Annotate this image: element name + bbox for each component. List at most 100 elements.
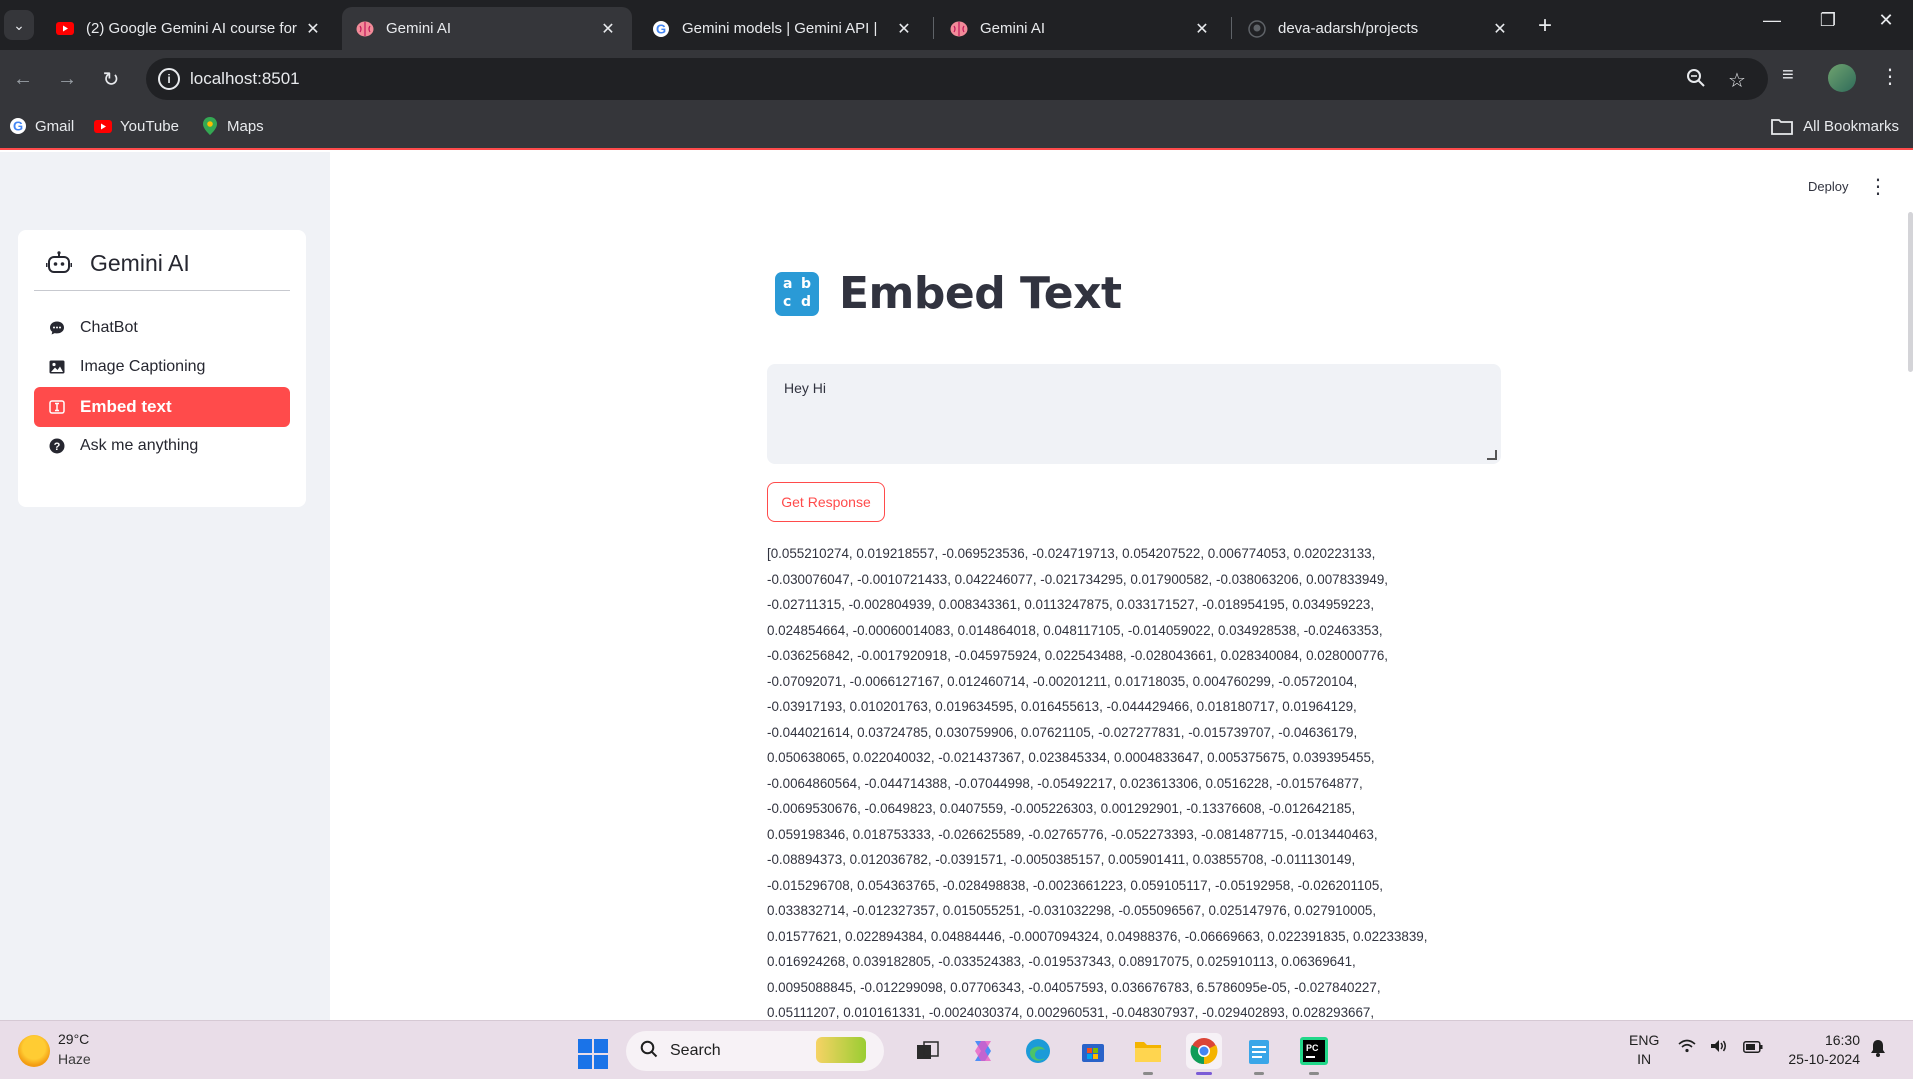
page-title: ab cd Embed Text: [775, 268, 1122, 319]
bookmark-label: Maps: [227, 117, 264, 135]
svg-text:PC: PC: [1306, 1043, 1319, 1053]
all-bookmarks-label: All Bookmarks: [1803, 117, 1899, 135]
browser-tab[interactable]: deva-adarsh/projects ✕: [1234, 7, 1524, 50]
chrome-icon[interactable]: [1186, 1033, 1222, 1069]
menu-divider: [34, 290, 290, 291]
weather-haze-icon[interactable]: [18, 1035, 50, 1067]
get-response-button[interactable]: Get Response: [767, 482, 885, 522]
bookmark-maps[interactable]: Maps: [201, 117, 264, 135]
embedding-line: -0.08894373, 0.012036782, -0.0391571, -0…: [767, 852, 1356, 867]
file-explorer-icon[interactable]: [1130, 1033, 1166, 1069]
browser-tab[interactable]: Gemini AI ✕: [936, 7, 1226, 50]
abcd-emoji-icon: ab cd: [775, 271, 819, 316]
browser-tab[interactable]: (2) Google Gemini AI course for ✕: [42, 7, 337, 50]
app-running-indicator: [1143, 1072, 1153, 1075]
windows-taskbar: 29°C Haze Search PC ENG IN 16:30 25-10-2…: [0, 1020, 1913, 1079]
embedding-output: [0.055210274, 0.019218557, -0.069523536,…: [767, 541, 1527, 1020]
bookmark-label: Gmail: [35, 117, 75, 135]
weather-condition[interactable]: Haze: [58, 1051, 91, 1067]
all-bookmarks[interactable]: All Bookmarks: [1771, 117, 1899, 135]
main-content: Deploy ⋮ ab cd Embed Text Hey Hi Get Res…: [330, 152, 1913, 1020]
close-window-icon[interactable]: ✕: [1866, 10, 1906, 31]
menu-kebab-icon[interactable]: ⋮: [1880, 64, 1900, 89]
new-tab-button[interactable]: +: [1538, 12, 1552, 40]
notepad-icon[interactable]: [1241, 1033, 1277, 1069]
copilot-icon[interactable]: [965, 1033, 1001, 1069]
question-icon: ?: [48, 437, 66, 455]
github-icon: [1248, 19, 1266, 38]
tab-title: deva-adarsh/projects: [1278, 20, 1419, 37]
wifi-icon[interactable]: [1678, 1039, 1710, 1057]
taskbar-search[interactable]: Search: [626, 1031, 884, 1071]
tab-separator: [1231, 17, 1232, 39]
media-control-icon[interactable]: ≡: [1782, 64, 1794, 87]
bookmark-youtube[interactable]: YouTube: [94, 117, 179, 135]
prompt-textarea[interactable]: Hey Hi: [767, 364, 1501, 464]
close-icon[interactable]: ✕: [894, 19, 914, 39]
image-icon: [48, 358, 66, 376]
embedding-line: 0.059198346, 0.018753333, -0.026625589, …: [767, 826, 1378, 842]
scrollbar[interactable]: [1908, 212, 1913, 372]
reload-icon[interactable]: ↻: [96, 64, 126, 94]
main-menu-kebab-icon[interactable]: ⋮: [1868, 174, 1888, 199]
browser-tab[interactable]: G Gemini models | Gemini API | ✕: [638, 7, 928, 50]
close-icon[interactable]: ✕: [1490, 19, 1510, 39]
star-icon[interactable]: ☆: [1728, 68, 1746, 93]
weather-temperature[interactable]: 29°C: [58, 1031, 89, 1047]
app-running-indicator: [1254, 1072, 1264, 1075]
close-icon[interactable]: ✕: [598, 19, 618, 39]
search-icon: [640, 1040, 658, 1063]
embedding-line: -0.0069530676, -0.0649823, 0.0407559, -0…: [767, 801, 1356, 816]
bookmark-gmail[interactable]: G Gmail: [9, 117, 74, 135]
embedding-line: -0.030076047, -0.0010721433, 0.042246077…: [767, 571, 1388, 587]
textbox-icon: [48, 398, 66, 416]
zoom-icon[interactable]: [1686, 68, 1706, 94]
notification-bell-icon[interactable]: [1870, 1039, 1886, 1062]
menu-item-ask-anything[interactable]: ? Ask me anything: [34, 426, 290, 466]
maps-icon: [201, 117, 219, 135]
edge-icon[interactable]: [1020, 1033, 1056, 1069]
profile-avatar[interactable]: [1828, 64, 1856, 92]
pycharm-icon[interactable]: PC: [1296, 1033, 1332, 1069]
windows-start-icon[interactable]: [578, 1039, 608, 1069]
bookmarks-bar: G Gmail YouTube Maps All Bookmarks: [0, 108, 1913, 150]
system-tray[interactable]: [1678, 1039, 1763, 1058]
forward-icon[interactable]: →: [52, 64, 82, 94]
app-active-indicator: [1196, 1072, 1212, 1075]
menu-item-label: Embed text: [80, 397, 172, 416]
google-icon: G: [9, 117, 27, 135]
clock[interactable]: 16:30 25-10-2024: [1780, 1031, 1860, 1069]
browser-toolbar: ← → ↻ i localhost:8501 ☆ ≡ ⋮: [0, 50, 1913, 108]
deploy-button[interactable]: Deploy: [1808, 179, 1848, 194]
menu-item-label: Ask me anything: [80, 437, 199, 454]
language-indicator[interactable]: ENG IN: [1629, 1031, 1659, 1069]
embedding-line: 0.050638065, 0.022040032, -0.021437367, …: [767, 750, 1375, 765]
volume-icon[interactable]: [1710, 1040, 1742, 1057]
prompt-value: Hey Hi: [784, 380, 827, 396]
battery-icon[interactable]: [1742, 1040, 1763, 1057]
tab-search-button[interactable]: ⌄: [4, 10, 34, 40]
embedding-line: 0.016924268, 0.039182805, -0.033524383, …: [767, 954, 1356, 969]
close-icon[interactable]: ✕: [303, 19, 323, 39]
browser-tab-active[interactable]: Gemini AI ✕: [342, 7, 632, 50]
back-icon[interactable]: ←: [8, 64, 38, 94]
embedding-line: -0.02711315, -0.002804939, 0.008343361, …: [767, 597, 1375, 612]
resize-handle[interactable]: [1487, 450, 1497, 460]
address-bar[interactable]: i localhost:8501 ☆: [146, 58, 1768, 100]
embedding-line: -0.03917193, 0.010201763, 0.019634595, 0…: [767, 699, 1357, 714]
embedding-line: 0.0095088845, -0.012299098, 0.07706343, …: [767, 979, 1381, 995]
microsoft-store-icon[interactable]: [1075, 1033, 1111, 1069]
menu-item-chatbot[interactable]: ChatBot: [34, 308, 290, 348]
menu-item-embed-text[interactable]: Embed text: [34, 387, 290, 427]
clock-date: 25-10-2024: [1788, 1051, 1860, 1067]
sidebar-title: Gemini AI: [90, 249, 190, 276]
address-url[interactable]: localhost:8501: [190, 69, 300, 89]
browser-tab-bar: ⌄ (2) Google Gemini AI course for ✕ Gemi…: [0, 0, 1913, 50]
minimize-icon[interactable]: —: [1752, 10, 1792, 31]
menu-item-image-captioning[interactable]: Image Captioning: [34, 347, 290, 387]
site-info-icon[interactable]: i: [158, 68, 180, 90]
close-icon[interactable]: ✕: [1192, 19, 1212, 39]
task-view-icon[interactable]: [910, 1033, 946, 1069]
app-running-indicator: [1309, 1072, 1319, 1075]
restore-icon[interactable]: ❐: [1808, 10, 1848, 31]
